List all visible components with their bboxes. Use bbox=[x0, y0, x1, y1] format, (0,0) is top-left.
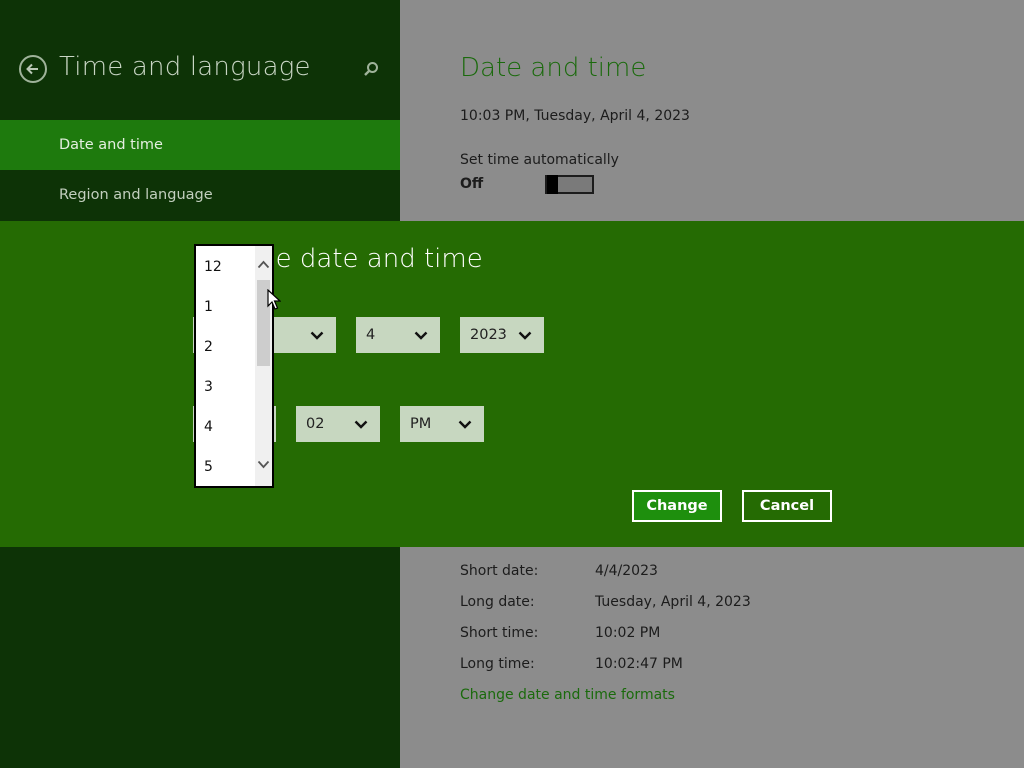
year-value: 2023 bbox=[470, 327, 507, 343]
page-title: Date and time bbox=[460, 53, 647, 83]
chevron-down-icon bbox=[518, 331, 532, 340]
change-date-time-formats-link[interactable]: Change date and time formats bbox=[460, 687, 675, 703]
dropdown-scrollbar[interactable] bbox=[255, 246, 272, 486]
chevron-down-icon[interactable] bbox=[257, 460, 270, 469]
hour-option-1[interactable]: 1 bbox=[204, 299, 213, 315]
set-time-automatically-toggle[interactable] bbox=[545, 175, 594, 194]
change-button[interactable]: Change bbox=[632, 490, 722, 522]
format-value: Tuesday, April 4, 2023 bbox=[595, 594, 751, 610]
minute-value: 02 bbox=[306, 416, 325, 432]
hour-option-2[interactable]: 2 bbox=[204, 339, 213, 355]
sidebar-item-date-and-time[interactable]: Date and time bbox=[0, 120, 400, 170]
format-row-short-time: Short time: 10:02 PM bbox=[460, 625, 660, 641]
chevron-up-icon[interactable] bbox=[257, 260, 270, 269]
change-date-time-dialog: Change date and time 4 2023 02 PM Change… bbox=[0, 221, 1024, 547]
dialog-title-text: e date and time bbox=[275, 244, 483, 274]
format-key: Short time: bbox=[460, 625, 539, 641]
chevron-down-icon bbox=[310, 331, 324, 340]
format-value: 10:02 PM bbox=[595, 625, 661, 641]
day-select[interactable]: 4 bbox=[356, 317, 440, 353]
format-row-short-date: Short date: 4/4/2023 bbox=[460, 563, 658, 579]
mouse-cursor-icon bbox=[267, 289, 281, 310]
cancel-button[interactable]: Cancel bbox=[742, 490, 832, 522]
back-arrow-icon bbox=[26, 63, 38, 75]
hour-option-12[interactable]: 12 bbox=[204, 259, 222, 275]
minute-select[interactable]: 02 bbox=[296, 406, 380, 442]
search-icon[interactable] bbox=[362, 60, 380, 78]
hour-option-4[interactable]: 4 bbox=[204, 419, 213, 435]
day-value: 4 bbox=[366, 327, 376, 343]
ampm-value: PM bbox=[410, 416, 432, 432]
toggle-state-label: Off bbox=[460, 176, 484, 192]
format-value: 4/4/2023 bbox=[595, 563, 658, 579]
set-time-automatically-label: Set time automatically bbox=[460, 152, 619, 168]
format-key: Long time: bbox=[460, 656, 535, 672]
chevron-down-icon bbox=[354, 420, 368, 429]
current-datetime: 10:03 PM, Tuesday, April 4, 2023 bbox=[460, 108, 690, 124]
format-key: Long date: bbox=[460, 594, 535, 610]
ampm-select[interactable]: PM bbox=[400, 406, 484, 442]
chevron-down-icon bbox=[458, 420, 472, 429]
format-value: 10:02:47 PM bbox=[595, 656, 683, 672]
hour-option-3[interactable]: 3 bbox=[204, 379, 213, 395]
chevron-down-icon bbox=[414, 331, 428, 340]
hour-dropdown-list[interactable]: 12 1 2 3 4 5 bbox=[194, 244, 274, 488]
toggle-thumb bbox=[547, 175, 558, 194]
year-select[interactable]: 2023 bbox=[460, 317, 544, 353]
sidebar-item-region-and-language[interactable]: Region and language bbox=[0, 170, 400, 220]
hour-option-5[interactable]: 5 bbox=[204, 459, 213, 475]
sidebar-title: Time and language bbox=[59, 52, 311, 82]
back-button[interactable] bbox=[19, 55, 47, 83]
format-row-long-time: Long time: 10:02:47 PM bbox=[460, 656, 683, 672]
format-row-long-date: Long date: Tuesday, April 4, 2023 bbox=[460, 594, 751, 610]
format-key: Short date: bbox=[460, 563, 539, 579]
